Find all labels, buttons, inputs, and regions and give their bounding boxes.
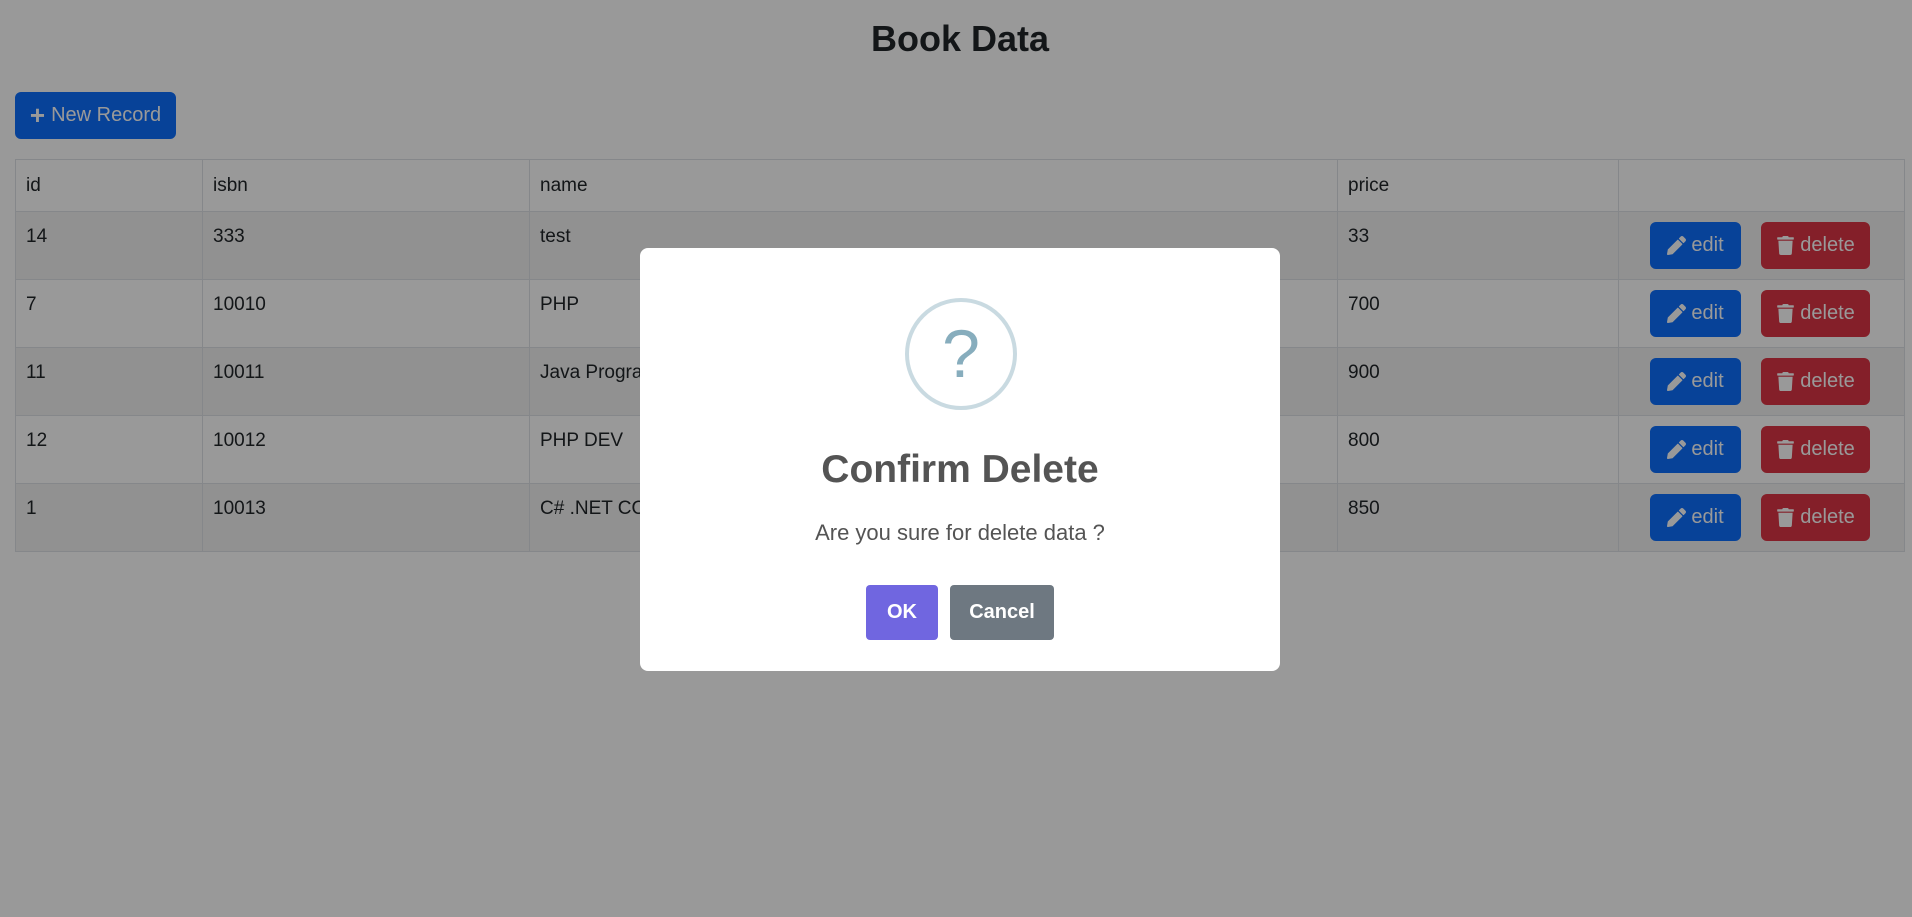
cancel-button[interactable]: Cancel xyxy=(950,585,1054,640)
page: Book Data + New Record id isbn name pric… xyxy=(0,0,1912,917)
confirm-dialog: ? Confirm Delete Are you sure for delete… xyxy=(640,248,1280,671)
question-icon: ? xyxy=(905,298,1017,410)
dialog-message: Are you sure for delete data ? xyxy=(815,520,1105,545)
dialog-actions: OK Cancel xyxy=(640,585,1280,640)
ok-button[interactable]: OK xyxy=(866,585,938,640)
dialog-title: Confirm Delete xyxy=(821,448,1099,491)
